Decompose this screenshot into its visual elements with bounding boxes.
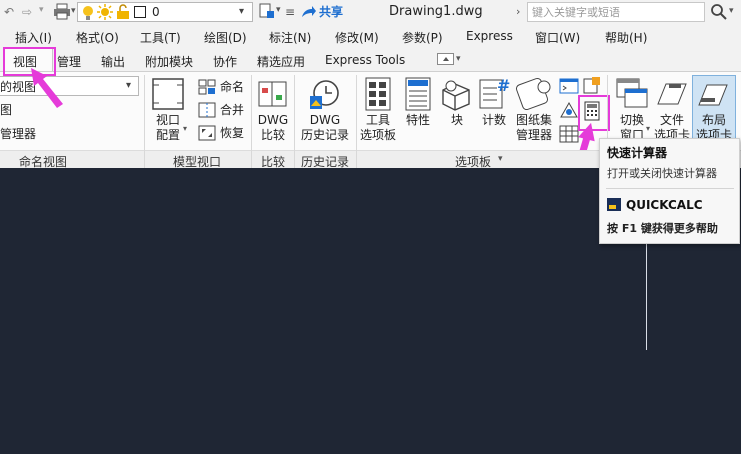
file-tabs-icon[interactable] xyxy=(656,80,688,108)
named-viewport-label[interactable]: 命名 xyxy=(220,80,244,95)
block-icon[interactable] xyxy=(441,78,473,112)
properties-label[interactable]: 特性 xyxy=(402,113,434,128)
print-icon[interactable] xyxy=(53,3,71,20)
dwg-compare-label[interactable]: DWG xyxy=(257,113,289,128)
tool-palettes-label[interactable]: 工具 xyxy=(358,113,398,128)
dwg-history-label2[interactable]: 历史记录 xyxy=(298,128,352,143)
match-properties-icon[interactable] xyxy=(259,3,275,20)
dwg-compare-icon[interactable] xyxy=(258,78,288,110)
design-center-icon[interactable] xyxy=(559,101,579,119)
dwg-compare-label2[interactable]: 比较 xyxy=(257,128,289,143)
view-manager-item[interactable]: 管理器 xyxy=(0,127,36,142)
menu-parametric[interactable]: 参数(P) xyxy=(402,29,443,46)
tab-addins[interactable]: 附加模块 xyxy=(145,53,193,70)
search-field[interactable]: 键入关键字或短语 xyxy=(527,2,705,22)
share-icon[interactable] xyxy=(301,5,317,19)
menu-express[interactable]: Express xyxy=(466,29,513,43)
menu-modify[interactable]: 修改(M) xyxy=(335,29,379,46)
tooltip-title: 快速计算器 xyxy=(607,146,668,160)
viewport-config-label[interactable]: 视口 xyxy=(153,113,183,128)
title-bar: ↶ ⇨ ▾ ▾ 0 ▾ ▾ ≡ 共享 Drawing1.dwg › 键入关键字或… xyxy=(0,0,741,24)
menu-format[interactable]: 格式(O) xyxy=(76,29,119,46)
chevron-down-icon: ▾ xyxy=(126,80,132,91)
chevron-down-icon[interactable]: ▾ xyxy=(646,124,650,133)
block-label[interactable]: 块 xyxy=(441,113,473,128)
search-placeholder: 键入关键字或短语 xyxy=(532,6,620,19)
divider xyxy=(251,150,252,168)
chevron-down-icon[interactable]: ▾ xyxy=(456,54,461,64)
tooltip-help: 按 F1 键获得更多帮助 xyxy=(607,222,718,235)
count-label[interactable]: 计数 xyxy=(477,113,511,128)
divider xyxy=(144,150,145,168)
pointer-arrow-icon xyxy=(31,68,63,108)
unlock-icon xyxy=(117,4,129,19)
chevron-down-icon: ▾ xyxy=(239,6,245,17)
color-swatch xyxy=(134,6,146,18)
named-view-item[interactable]: 图 xyxy=(0,103,12,118)
chevron-down-icon[interactable]: ▾ xyxy=(498,154,503,164)
document-title: Drawing1.dwg xyxy=(389,4,483,19)
layout-tabs-label: 布局 xyxy=(701,113,726,127)
dwg-history-icon[interactable] xyxy=(308,77,342,111)
menu-tools[interactable]: 工具(T) xyxy=(140,29,181,46)
sheetset-manager-icon[interactable] xyxy=(515,77,553,111)
menu-window[interactable]: 窗口(W) xyxy=(535,29,580,46)
count-icon[interactable]: # xyxy=(479,76,511,110)
tooltip-divider xyxy=(606,188,734,189)
sheetset-manager-label[interactable]: 图纸集 xyxy=(511,113,557,128)
chevron-right-icon[interactable]: › xyxy=(516,5,520,18)
tool-palettes-icon[interactable] xyxy=(365,77,391,111)
crosshair-line xyxy=(646,244,647,350)
ribbon-minimize-icon[interactable] xyxy=(437,53,454,65)
dwg-history-label[interactable]: DWG xyxy=(298,113,352,128)
menu-dimension[interactable]: 标注(N) xyxy=(269,29,311,46)
layer-dropdown[interactable]: 0 ▾ xyxy=(77,2,253,22)
markup-set-icon[interactable] xyxy=(583,76,601,94)
join-viewport-icon[interactable] xyxy=(198,102,216,118)
command-icon xyxy=(607,198,621,211)
menu-insert[interactable]: 插入(I) xyxy=(15,29,52,46)
file-tabs-label[interactable]: 文件 xyxy=(652,113,692,128)
divider xyxy=(356,150,357,168)
chevron-down-icon[interactable]: ▾ xyxy=(39,5,44,15)
menu-draw[interactable]: 绘图(D) xyxy=(204,29,247,46)
tooltip: 快速计算器 打开或关闭快速计算器 QUICKCALC 按 F1 键获得更多帮助 xyxy=(599,138,740,244)
tab-featured-apps[interactable]: 精选应用 xyxy=(257,53,305,70)
tab-output[interactable]: 输出 xyxy=(101,53,125,70)
join-viewport-label[interactable]: 合并 xyxy=(220,103,244,118)
share-label[interactable]: 共享 xyxy=(319,6,343,18)
tool-palettes-label2[interactable]: 选项板 xyxy=(358,128,398,143)
properties-icon[interactable] xyxy=(405,77,431,111)
lightbulb-icon xyxy=(83,6,93,20)
tab-collaborate[interactable]: 协作 xyxy=(213,53,237,70)
named-viewport-icon[interactable] xyxy=(198,79,216,95)
chevron-down-icon[interactable]: ▾ xyxy=(276,5,281,15)
sheetset-manager-label2[interactable]: 管理器 xyxy=(511,128,557,143)
viewport-config-label2[interactable]: 配置 xyxy=(153,128,183,143)
search-icon[interactable] xyxy=(710,3,727,20)
named-view-dropdown[interactable]: 的视图 ▾ xyxy=(0,76,139,96)
chevron-down-icon[interactable]: ▾ xyxy=(183,124,187,133)
restore-viewport-label[interactable]: 恢复 xyxy=(220,126,244,141)
redo-icon[interactable]: ⇨ xyxy=(22,5,32,19)
chevron-down-icon[interactable]: ▾ xyxy=(71,6,76,16)
chevron-down-icon[interactable]: ▾ xyxy=(729,6,734,16)
viewport-config-icon[interactable] xyxy=(151,77,185,111)
sun-icon xyxy=(97,4,113,20)
tooltip-command: QUICKCALC xyxy=(626,198,703,212)
command-line-icon[interactable] xyxy=(559,78,579,94)
tab-express-tools[interactable]: Express Tools xyxy=(325,53,405,67)
customize-icon[interactable]: ≡ xyxy=(285,5,295,19)
switch-windows-icon[interactable] xyxy=(615,77,649,111)
arrow-icon[interactable]: ↶ xyxy=(4,5,14,19)
menu-help[interactable]: 帮助(H) xyxy=(605,29,647,46)
svg-text:#: # xyxy=(497,76,510,95)
layer-name: 0 xyxy=(152,5,160,19)
tooltip-description: 打开或关闭快速计算器 xyxy=(607,167,717,180)
layout-tabs-icon xyxy=(698,84,728,106)
divider xyxy=(294,150,295,168)
restore-viewport-icon[interactable] xyxy=(198,125,216,141)
